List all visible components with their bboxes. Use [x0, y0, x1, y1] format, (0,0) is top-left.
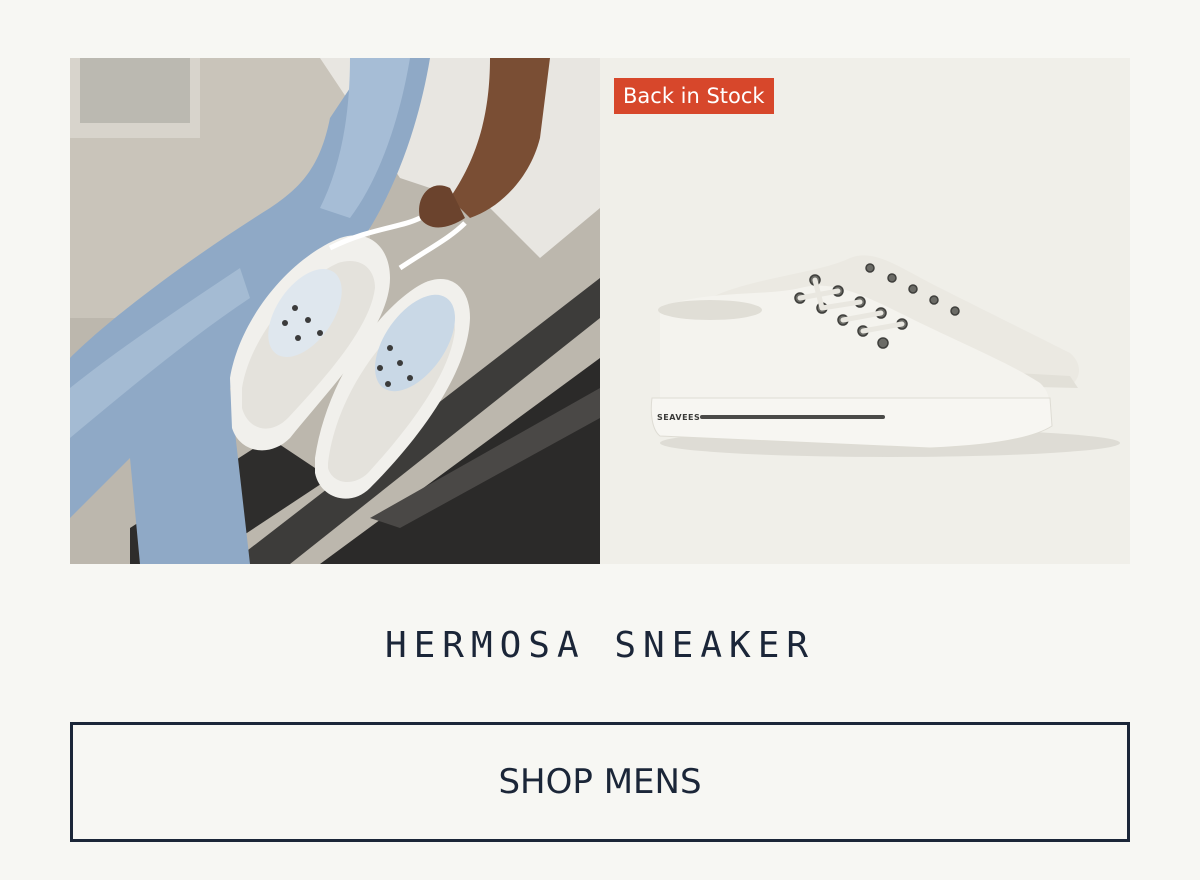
shop-mens-label: SHOP MENS — [498, 762, 702, 802]
lifestyle-photo[interactable] — [70, 58, 600, 564]
shop-mens-button[interactable]: SHOP MENS — [70, 722, 1130, 842]
lifestyle-illustration — [70, 58, 600, 564]
product-photo[interactable]: SEAVEES Back in Stock — [600, 58, 1130, 564]
back-in-stock-badge: Back in Stock — [614, 78, 774, 114]
sole-brand-print: SEAVEES — [657, 413, 700, 422]
product-title: HERMOSA SNEAKER — [384, 625, 816, 666]
sneaker-product-illustration: SEAVEES — [600, 58, 1130, 564]
hero-images: SEAVEES Back in Stock — [70, 58, 1130, 564]
